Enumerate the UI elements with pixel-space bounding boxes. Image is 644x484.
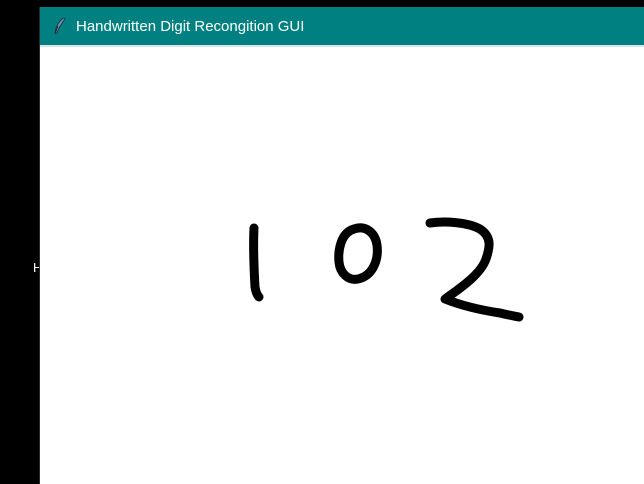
app-window: Handwritten Digit Recongition GUI: [40, 7, 644, 484]
drawing-canvas[interactable]: [40, 47, 644, 484]
handwritten-digit-1: [249, 223, 264, 302]
handwritten-digit-2: [425, 217, 524, 322]
feather-icon: [53, 17, 67, 35]
handwritten-digit-0: [334, 223, 382, 284]
title-bar[interactable]: Handwritten Digit Recongition GUI: [40, 7, 644, 45]
window-title: Handwritten Digit Recongition GUI: [76, 17, 305, 35]
